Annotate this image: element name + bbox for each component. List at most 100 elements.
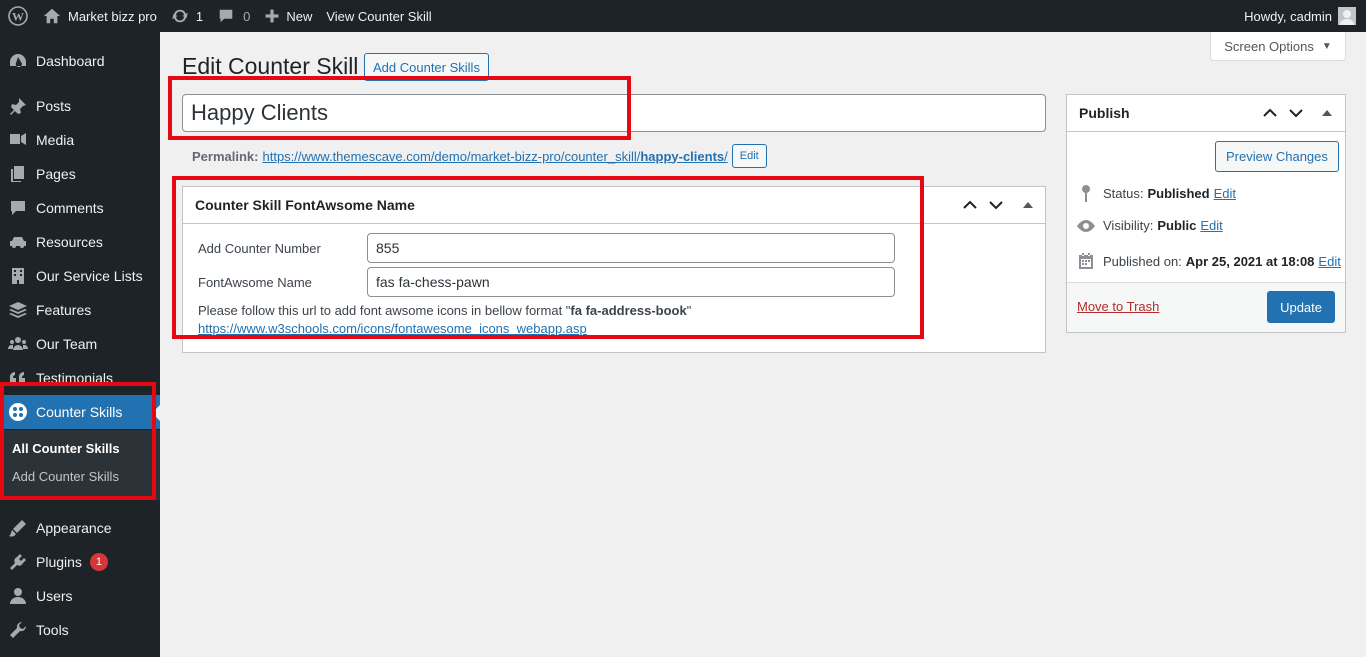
admin-bar: W Market bizz pro 1 0 New View Counter S… (0, 0, 1366, 32)
plus-icon (265, 9, 279, 23)
publish-box: Publish Preview Changes Status: Published… (1066, 94, 1346, 333)
comments-count: 0 (243, 8, 251, 24)
counter-number-label: Add Counter Number (198, 241, 321, 256)
fontawesome-name-input[interactable]: fas fa-chess-pawn (367, 267, 895, 297)
menu-item-pages[interactable]: Pages (0, 157, 160, 191)
visibility-edit-link[interactable]: Edit (1200, 218, 1222, 233)
menu-label: Users (36, 588, 73, 604)
comments-link[interactable]: 0 (210, 0, 257, 32)
dashboard-icon (0, 51, 36, 71)
help-suffix: " (686, 303, 692, 318)
menu-label: Tools (36, 622, 69, 638)
comment-icon (219, 9, 233, 23)
menu-item-appearance[interactable]: Appearance (0, 511, 160, 545)
permalink-link[interactable]: https://www.themescave.com/demo/market-b… (262, 149, 727, 164)
visibility-value: Public (1157, 218, 1197, 233)
menu-item-counter-skills[interactable]: Counter Skills (0, 395, 160, 429)
preview-changes-button[interactable]: Preview Changes (1215, 141, 1339, 172)
user-icon (0, 586, 36, 606)
comment-icon (0, 198, 36, 218)
menu-item-our-service-lists[interactable]: Our Service Lists (0, 259, 160, 293)
updates-link[interactable]: 1 (164, 0, 210, 32)
menu-item-users[interactable]: Users (0, 579, 160, 613)
move-down-icon[interactable] (983, 187, 1009, 223)
updates-icon (172, 9, 188, 23)
move-to-trash-link[interactable]: Move to Trash (1077, 299, 1159, 314)
status-label: Status: (1103, 185, 1144, 201)
menu-label: Our Team (36, 336, 98, 352)
submenu-all-counter-skills[interactable]: All Counter Skills (12, 441, 120, 456)
publish-header: Publish (1067, 95, 1345, 132)
menu-item-plugins[interactable]: Plugins 1 (0, 545, 160, 579)
brush-icon (0, 518, 36, 538)
new-content-link[interactable]: New (257, 0, 319, 32)
building-icon (0, 266, 36, 286)
menu-item-dashboard[interactable]: Dashboard (0, 44, 160, 78)
published-label: Published on: (1103, 253, 1182, 269)
publish-title: Publish (1079, 105, 1130, 121)
counter-number-input[interactable]: 855 (367, 233, 895, 263)
status-row: Status: Published Edit (1073, 184, 1236, 202)
move-up-icon[interactable] (1257, 95, 1283, 131)
move-up-icon[interactable] (957, 187, 983, 223)
move-down-icon[interactable] (1283, 95, 1309, 131)
visibility-label: Visibility: (1103, 218, 1154, 233)
wordpress-logo-icon[interactable]: W (0, 0, 36, 32)
menu-item-comments[interactable]: Comments (0, 191, 160, 225)
menu-label: Comments (36, 200, 104, 216)
permalink-base: https://www.themescave.com/demo/market-b… (262, 148, 641, 164)
status-value: Published (1147, 185, 1210, 201)
caret-down-icon: ▼ (1321, 40, 1332, 52)
menu-label: Posts (36, 98, 72, 114)
published-edit-link[interactable]: Edit (1318, 254, 1340, 269)
updates-count: 1 (195, 8, 204, 24)
menu-item-features[interactable]: Features (0, 293, 160, 327)
site-name-link[interactable]: Market bizz pro (36, 0, 164, 32)
menu-label: Pages (36, 166, 76, 182)
status-edit-link[interactable]: Edit (1214, 186, 1236, 201)
published-value: Apr 25, 2021 at 18:08 (1185, 253, 1315, 269)
post-title-input[interactable]: Happy Clients (182, 94, 1046, 132)
svg-text:W: W (12, 10, 24, 24)
update-button[interactable]: Update (1267, 291, 1335, 323)
menu-item-media[interactable]: Media (0, 123, 160, 157)
new-label: New (286, 8, 313, 24)
menu-label: Resources (36, 234, 103, 250)
avatar (1338, 7, 1356, 25)
counter-icon (0, 402, 36, 422)
permalink-edit-button[interactable]: Edit (731, 144, 767, 168)
counter-skills-submenu: All Counter Skills Add Counter Skills (0, 430, 160, 500)
fontawesome-url-link[interactable]: https://www.w3schools.com/icons/fontawes… (198, 321, 587, 336)
menu-label: Testimonials (36, 370, 114, 386)
site-name: Market bizz pro (68, 8, 157, 24)
menu-item-posts[interactable]: Posts (0, 89, 160, 123)
menu-label: Media (36, 132, 75, 148)
admin-menu: Dashboard Posts Media Pages Comments Res… (0, 32, 160, 657)
menu-item-resources[interactable]: Resources (0, 225, 160, 259)
permalink-slug: happy-clients (640, 148, 725, 164)
wrench-icon (0, 620, 36, 640)
view-post-link[interactable]: View Counter Skill (319, 0, 438, 32)
menu-label: Plugins (36, 554, 82, 570)
view-label: View Counter Skill (326, 8, 432, 24)
menu-item-tools[interactable]: Tools (0, 613, 160, 647)
home-icon (43, 8, 61, 24)
menu-item-testimonials[interactable]: Testimonials (0, 361, 160, 395)
toggle-panel-icon[interactable] (1015, 187, 1041, 223)
stack-icon (0, 300, 36, 320)
menu-item-our-team[interactable]: Our Team (0, 327, 160, 361)
calendar-icon (1073, 252, 1099, 270)
groups-icon (0, 334, 36, 354)
publish-actions: Move to Trash Update (1067, 282, 1345, 332)
add-counter-skills-button[interactable]: Add Counter Skills (364, 53, 489, 81)
menu-label: Counter Skills (36, 404, 123, 420)
my-account-link[interactable]: Howdy, cadmin (1237, 0, 1366, 32)
media-icon (0, 130, 36, 150)
howdy-text: Howdy, cadmin (1244, 8, 1332, 24)
metabox-title: Counter Skill FontAwsome Name (195, 197, 415, 213)
screen-options-label: Screen Options (1224, 38, 1314, 54)
help-code: fa fa-address-book (570, 303, 687, 318)
screen-options-button[interactable]: Screen Options ▼ (1210, 32, 1346, 61)
toggle-panel-icon[interactable] (1314, 95, 1340, 131)
submenu-add-counter-skills[interactable]: Add Counter Skills (12, 469, 119, 484)
